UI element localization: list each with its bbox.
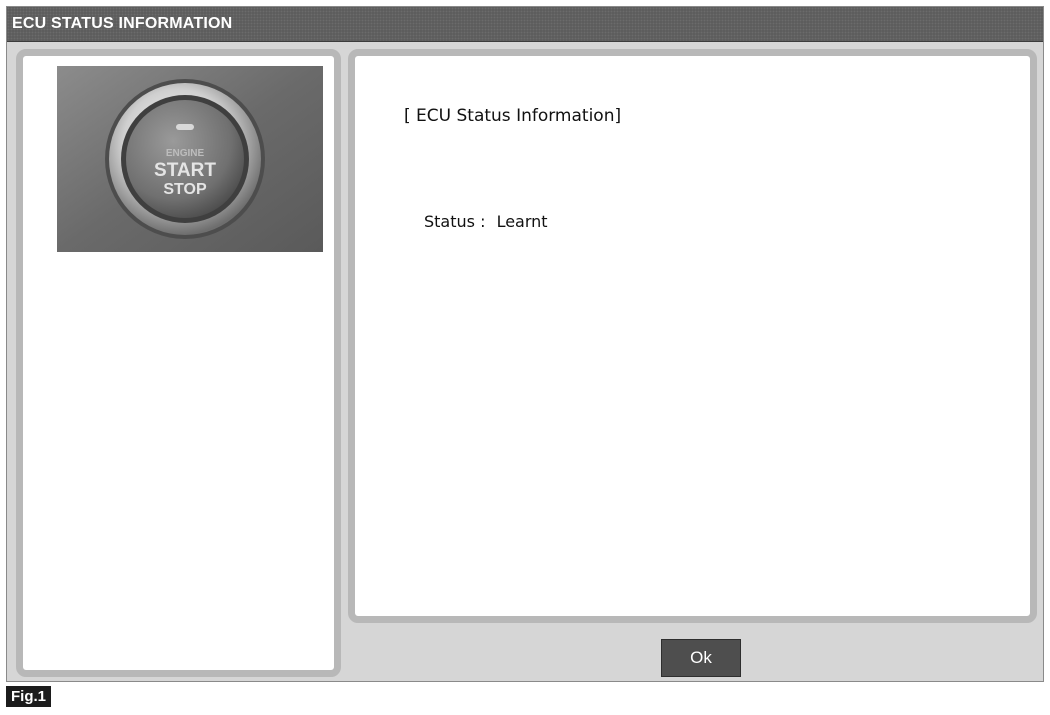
status-row: Status : Learnt <box>424 212 548 231</box>
status-label: Status : <box>424 212 486 231</box>
engine-start-stop-photo: ENGINE START STOP <box>57 66 323 252</box>
stop-label: STOP <box>163 181 207 198</box>
ok-button[interactable]: Ok <box>661 639 741 677</box>
image-panel: ENGINE START STOP <box>16 49 341 677</box>
status-value: Learnt <box>496 212 548 231</box>
window-title: ECU STATUS INFORMATION <box>12 15 233 32</box>
dialog-window: ECU STATUS INFORMATION ENGINE START STOP… <box>6 6 1044 682</box>
section-heading: [ ECU Status Information] <box>404 106 622 126</box>
start-label: START <box>154 160 216 181</box>
figure-caption: Fig.1 <box>6 686 52 707</box>
title-bar: ECU STATUS INFORMATION <box>7 7 1043 42</box>
status-info-panel: [ ECU Status Information] Status : Learn… <box>348 49 1037 623</box>
engine-label: ENGINE <box>166 148 205 159</box>
